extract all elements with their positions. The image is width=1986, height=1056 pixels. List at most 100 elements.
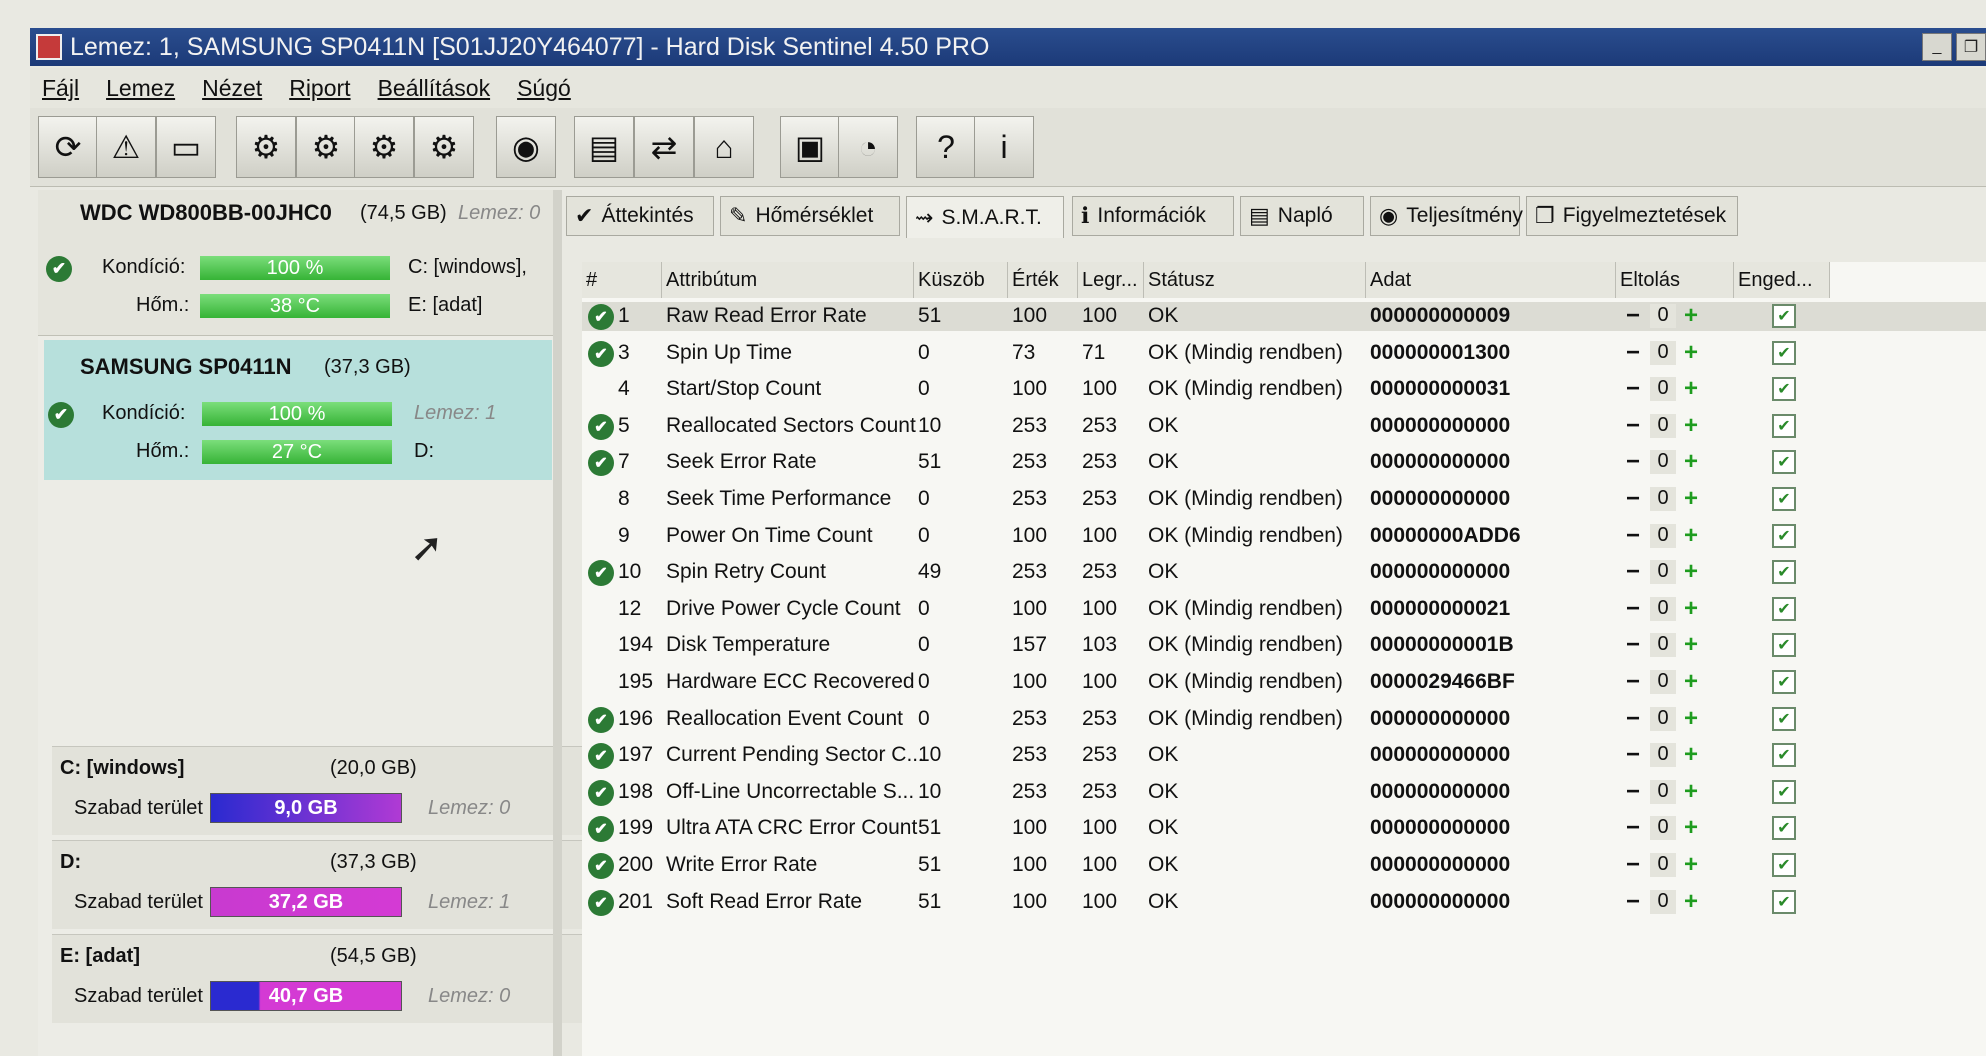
header-col-worst[interactable]: Legr... bbox=[1078, 262, 1144, 298]
increase-offset-button[interactable]: + bbox=[1680, 487, 1702, 511]
table-row[interactable]: 194 Disk Temperature 0 157 103 OK (Mindig ren… bbox=[582, 631, 1986, 660]
increase-offset-button[interactable]: + bbox=[1680, 304, 1702, 328]
offset-value[interactable]: 0 bbox=[1650, 523, 1676, 548]
disk-surface-icon-button[interactable]: ⚙ bbox=[296, 116, 356, 178]
tab-log[interactable]: ▤ Napló bbox=[1240, 196, 1364, 236]
increase-offset-button[interactable]: + bbox=[1680, 413, 1702, 438]
enabled-checkbox[interactable]: ✔ bbox=[1772, 670, 1796, 694]
info-icon-button[interactable]: i bbox=[974, 116, 1034, 178]
table-row[interactable]: 4 Start/Stop Count 0 100 100 OK (Mindig rendb… bbox=[582, 375, 1986, 404]
help-icon-button[interactable]: ? bbox=[916, 116, 976, 178]
decrease-offset-button[interactable]: − bbox=[1622, 816, 1644, 840]
header-col-status[interactable]: Státusz bbox=[1144, 262, 1366, 298]
decrease-offset-button[interactable]: − bbox=[1622, 340, 1644, 365]
tab-performance[interactable]: ◉ Teljesítmény bbox=[1370, 196, 1523, 236]
disk-ok-icon-button[interactable]: ⚙ bbox=[354, 116, 414, 178]
disk-item-samsung[interactable]: SAMSUNG SP0411N (37,3 GB) ✔ Kondíció: 10… bbox=[44, 340, 552, 480]
table-row[interactable]: ✔ 3 Spin Up Time 0 73 71 OK (Mindig rendben) 00… bbox=[582, 339, 1986, 368]
increase-offset-button[interactable]: + bbox=[1680, 523, 1702, 548]
increase-offset-button[interactable]: + bbox=[1680, 633, 1702, 657]
decrease-offset-button[interactable]: − bbox=[1622, 377, 1644, 401]
increase-offset-button[interactable]: + bbox=[1680, 377, 1702, 401]
offset-value[interactable]: 0 bbox=[1650, 633, 1676, 658]
enabled-checkbox[interactable]: ✔ bbox=[1772, 853, 1796, 877]
offset-value[interactable]: 0 bbox=[1650, 779, 1676, 804]
menu-view[interactable]: Nézet bbox=[202, 75, 262, 102]
enabled-checkbox[interactable]: ✔ bbox=[1772, 560, 1796, 585]
tab-alerts[interactable]: ❐ Figyelmeztetések bbox=[1526, 196, 1738, 236]
decrease-offset-button[interactable]: − bbox=[1622, 560, 1644, 584]
table-row[interactable]: ✔ 198 Off-Line Uncorrectable S... 10 253 253 O… bbox=[582, 778, 1986, 807]
offset-value[interactable]: 0 bbox=[1650, 450, 1676, 475]
alert-icon-button[interactable]: ⚠ bbox=[96, 116, 156, 178]
increase-offset-button[interactable]: + bbox=[1680, 560, 1702, 584]
decrease-offset-button[interactable]: − bbox=[1622, 779, 1644, 804]
offset-value[interactable]: 0 bbox=[1650, 560, 1676, 585]
enabled-checkbox[interactable]: ✔ bbox=[1772, 743, 1796, 768]
enabled-checkbox[interactable]: ✔ bbox=[1772, 377, 1796, 402]
network-icon-button[interactable]: ⌂ bbox=[694, 116, 754, 178]
offset-value[interactable]: 0 bbox=[1650, 413, 1676, 438]
decrease-offset-button[interactable]: − bbox=[1622, 596, 1644, 621]
decrease-offset-button[interactable]: − bbox=[1622, 853, 1644, 877]
offset-value[interactable]: 0 bbox=[1650, 596, 1676, 621]
increase-offset-button[interactable]: + bbox=[1680, 670, 1702, 694]
enabled-checkbox[interactable]: ✔ bbox=[1772, 304, 1796, 328]
restore-button[interactable]: ❐ bbox=[1956, 33, 1986, 61]
tab-information[interactable]: ℹ Információk bbox=[1072, 196, 1234, 236]
decrease-offset-button[interactable]: − bbox=[1622, 413, 1644, 438]
volume-item-e[interactable]: E: [adat] (54,5 GB) Szabad terület 40,7 … bbox=[52, 934, 592, 1023]
panel-splitter[interactable] bbox=[553, 190, 562, 1056]
table-row[interactable]: ✔ 200 Write Error Rate 51 100 100 OK 0000000000… bbox=[582, 851, 1986, 880]
minimize-button[interactable]: _ bbox=[1922, 33, 1952, 61]
header-col-data[interactable]: Adat bbox=[1366, 262, 1616, 298]
decrease-offset-button[interactable]: − bbox=[1622, 487, 1644, 511]
header-col-attribute[interactable]: Attribútum bbox=[662, 262, 914, 298]
header-col-threshold[interactable]: Küszöb bbox=[914, 262, 1008, 298]
tab-overview[interactable]: ✔ Áttekintés bbox=[566, 196, 714, 236]
increase-offset-button[interactable]: + bbox=[1680, 450, 1702, 474]
menu-disk[interactable]: Lemez bbox=[106, 75, 175, 102]
menu-help[interactable]: Súgó bbox=[517, 75, 571, 102]
menu-report[interactable]: Riport bbox=[289, 75, 350, 102]
table-row[interactable]: 9 Power On Time Count 0 100 100 OK (Mindig re… bbox=[582, 522, 1986, 551]
disk-test-icon-button[interactable]: ⚙ bbox=[236, 116, 296, 178]
offset-value[interactable]: 0 bbox=[1650, 340, 1676, 365]
enabled-checkbox[interactable]: ✔ bbox=[1772, 487, 1796, 511]
increase-offset-button[interactable]: + bbox=[1680, 853, 1702, 877]
enabled-checkbox[interactable]: ✔ bbox=[1772, 889, 1796, 914]
table-row[interactable]: 8 Seek Time Performance 0 253 253 OK (Mindig … bbox=[582, 485, 1986, 514]
enabled-checkbox[interactable]: ✔ bbox=[1772, 596, 1796, 621]
enabled-checkbox[interactable]: ✔ bbox=[1772, 523, 1796, 548]
table-row[interactable]: ✔ 1 Raw Read Error Rate 51 100 100 OK 000000000… bbox=[582, 302, 1986, 331]
table-row[interactable]: ✔ 196 Reallocation Event Count 0 253 253 OK (M… bbox=[582, 705, 1986, 734]
enabled-checkbox[interactable]: ✔ bbox=[1772, 450, 1796, 475]
header-col-enabled[interactable]: Enged... bbox=[1734, 262, 1830, 298]
enabled-checkbox[interactable]: ✔ bbox=[1772, 816, 1796, 841]
offset-value[interactable]: 0 bbox=[1650, 816, 1676, 841]
decrease-offset-button[interactable]: − bbox=[1622, 450, 1644, 474]
increase-offset-button[interactable]: + bbox=[1680, 816, 1702, 840]
increase-offset-button[interactable]: + bbox=[1680, 889, 1702, 914]
increase-offset-button[interactable]: + bbox=[1680, 340, 1702, 365]
table-row[interactable]: ✔ 197 Current Pending Sector C... 10 253 253 O… bbox=[582, 741, 1986, 770]
enabled-checkbox[interactable]: ✔ bbox=[1772, 413, 1796, 438]
table-row[interactable]: 12 Drive Power Cycle Count 0 100 100 OK (Mind… bbox=[582, 595, 1986, 624]
menu-settings[interactable]: Beállítások bbox=[378, 75, 491, 102]
offset-value[interactable]: 0 bbox=[1650, 889, 1676, 914]
volume-item-c[interactable]: C: [windows] (20,0 GB) Szabad terület 9,… bbox=[52, 746, 592, 835]
enabled-checkbox[interactable]: ✔ bbox=[1772, 340, 1796, 365]
report-icon-button[interactable]: ▤ bbox=[574, 116, 634, 178]
offset-value[interactable]: 0 bbox=[1650, 487, 1676, 511]
offset-value[interactable]: 0 bbox=[1650, 670, 1676, 694]
refresh-icon-button[interactable]: ⟳ bbox=[38, 116, 98, 178]
disk-tools-icon-button[interactable]: ⚙ bbox=[414, 116, 474, 178]
increase-offset-button[interactable]: + bbox=[1680, 596, 1702, 621]
globe-icon-button[interactable]: ◉ bbox=[496, 116, 556, 178]
decrease-offset-button[interactable]: − bbox=[1622, 633, 1644, 657]
offset-value[interactable]: 0 bbox=[1650, 853, 1676, 877]
header-col-value[interactable]: Érték bbox=[1008, 262, 1078, 298]
menu-file[interactable]: Fájl bbox=[42, 75, 79, 102]
header-col-offset[interactable]: Eltolás bbox=[1616, 262, 1734, 298]
table-row[interactable]: 195 Hardware ECC Recovered 0 100 100 OK (Mind… bbox=[582, 668, 1986, 697]
